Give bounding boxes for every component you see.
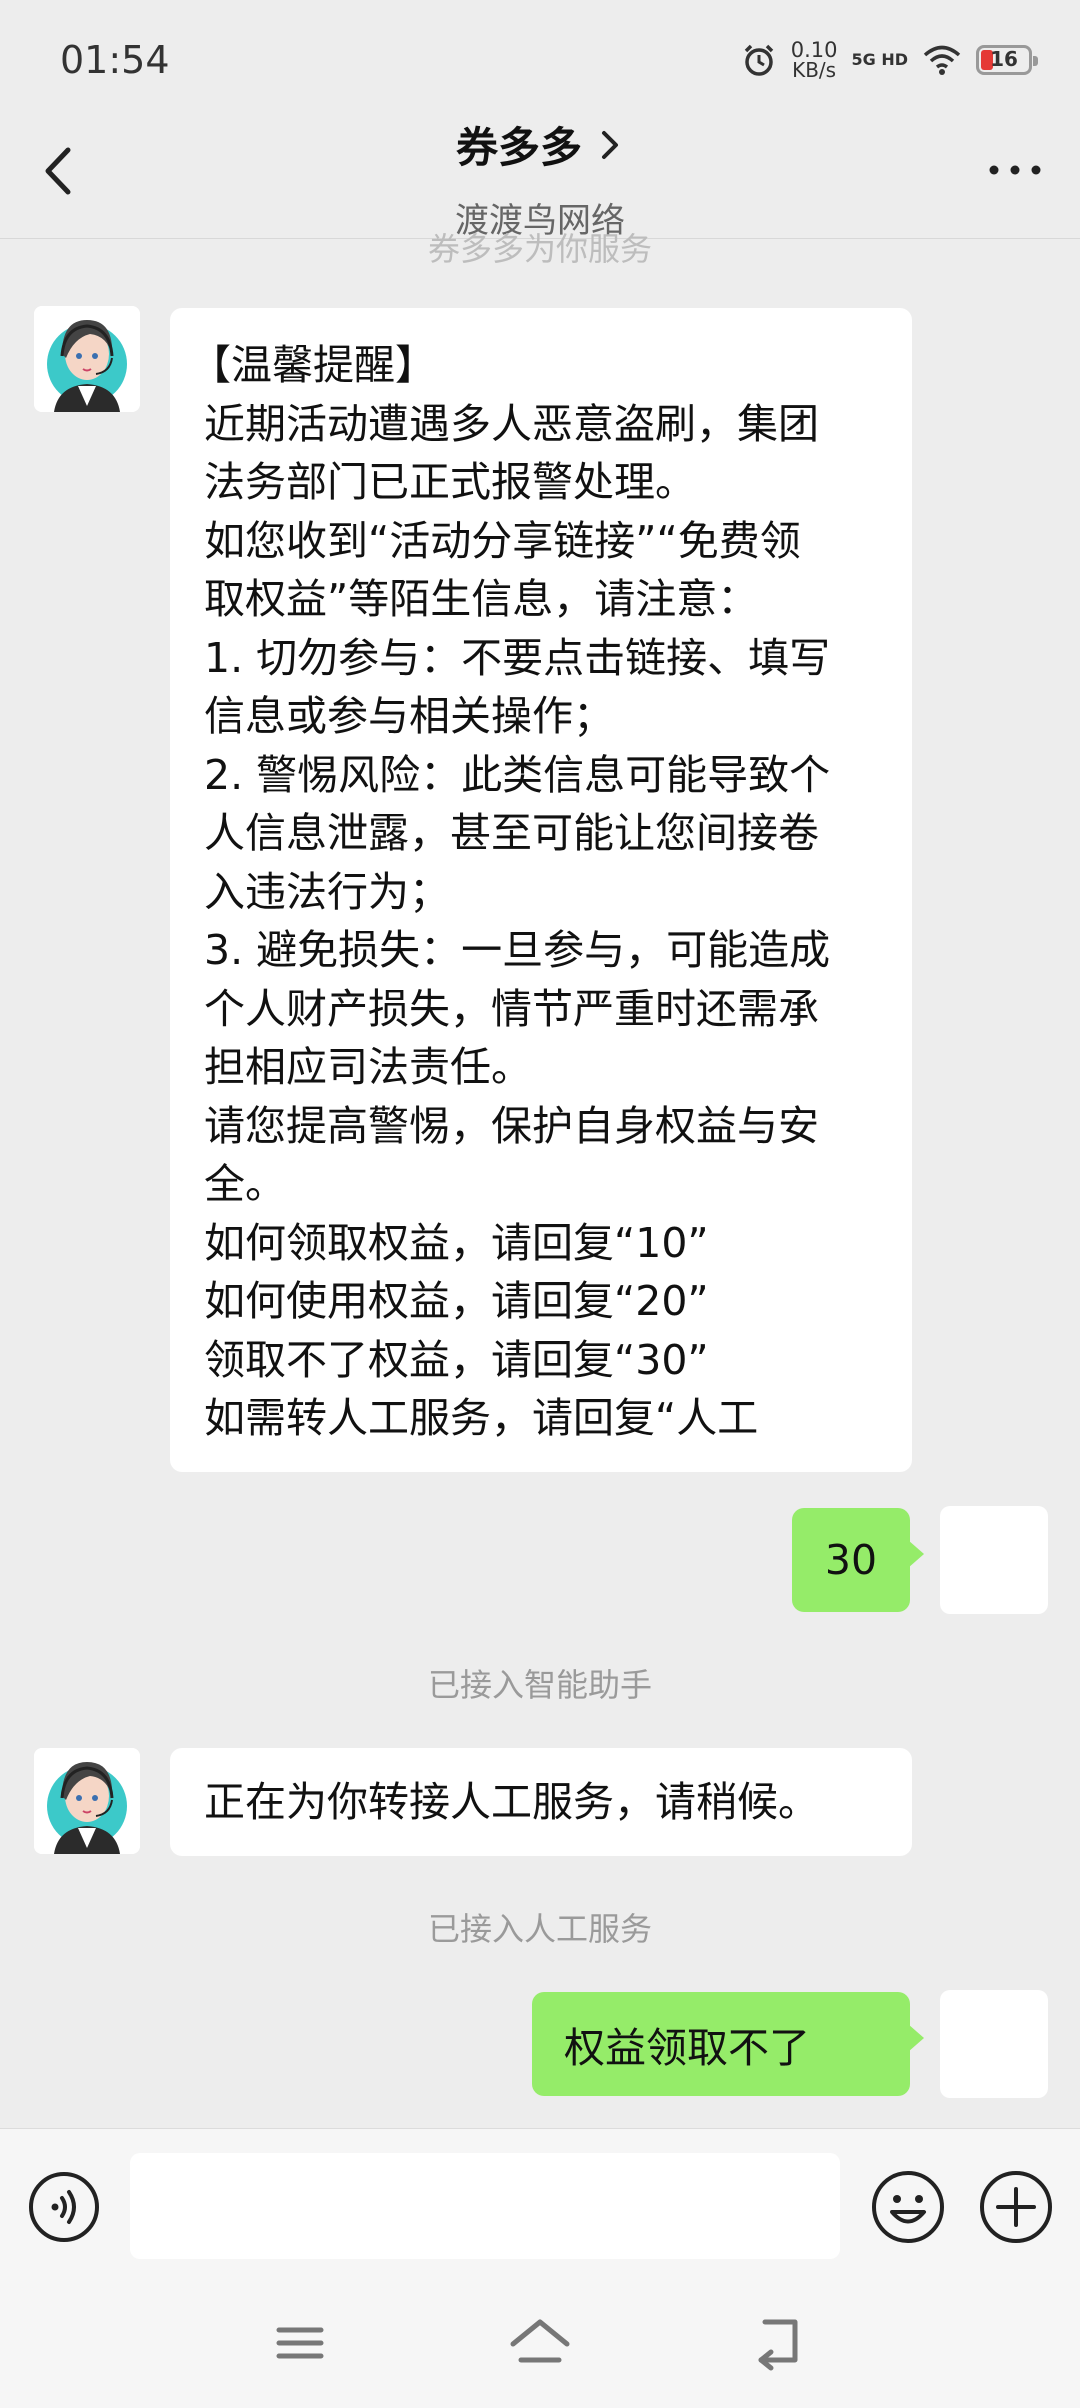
back-nav-icon[interactable] [745, 2308, 815, 2378]
network-speed: 0.10 KB/s [790, 38, 838, 82]
message-line: 如何使用权益，请回复“20” [204, 1277, 709, 1325]
agent-message-bubble[interactable]: 正在为你转接人工服务，请稍候。 [170, 1748, 912, 1856]
user-message-bubble[interactable]: 权益领取不了 [532, 1992, 924, 2096]
message-input[interactable] [130, 2153, 840, 2259]
alarm-icon [744, 44, 773, 76]
message-line: 【温馨提醒】 [190, 341, 436, 389]
message-line: 全。 [204, 1160, 286, 1208]
message-line: 如需转人工服务，请回复“人工 [204, 1394, 759, 1442]
message-line: 取权益”等陌生信息，请注意： [204, 575, 759, 623]
message-line: 请您提高警惕，保护自身权益与安 [204, 1101, 819, 1150]
message-line: 1. 切勿参与：不要点击链接、填写 [204, 633, 831, 682]
agent-avatar[interactable] [34, 1748, 140, 1854]
message-line: 如何领取权益，请回复“10” [204, 1218, 709, 1267]
voice-icon[interactable] [28, 2171, 100, 2243]
message-line: 信息或参与相关操作； [204, 692, 614, 740]
user-avatar[interactable] [940, 1506, 1048, 1614]
message-line: 领取不了权益，请回复“30” [204, 1335, 709, 1384]
user-message-bubble[interactable]: 30 [792, 1508, 924, 1612]
message-text: 正在为你转接人工服务，请稍候。 [204, 1777, 819, 1826]
status-icons: 0.10 KB/s 5G HD 16 [741, 38, 1038, 82]
input-bar [0, 2128, 1080, 2279]
emoji-icon[interactable] [870, 2169, 946, 2245]
message-line: 如您收到“活动分享链接”“免费领 [204, 516, 801, 565]
chevron-right-icon[interactable] [596, 125, 624, 165]
message-line: 法务部门已正式报警处理。 [204, 458, 696, 506]
message-line: 担相应司法责任。 [204, 1043, 532, 1091]
status-time: 01:54 [60, 38, 170, 82]
user-avatar[interactable] [940, 1990, 1048, 2098]
reminder-message-bubble[interactable]: 【温馨提醒】 近期活动遭遇多人恶意盗刷，集团 法务部门已正式报警处理。 如您收到… [170, 308, 912, 1472]
more-icon[interactable] [980, 150, 1050, 190]
plus-icon[interactable] [978, 2169, 1054, 2245]
network-type: 5G HD [851, 50, 908, 69]
wifi-icon [923, 45, 961, 75]
home-icon[interactable] [505, 2308, 575, 2378]
faded-system-notice: 券多多为你服务 [427, 230, 652, 264]
message-text: 权益领取不了 [564, 2024, 810, 2072]
chat-title[interactable]: 券多多 [456, 114, 582, 175]
battery-indicator: 16 [976, 45, 1038, 75]
message-line: 近期活动遭遇多人恶意盗刷，集团 [204, 399, 819, 448]
system-nav-bar [0, 2278, 1080, 2408]
message-line: 入违法行为； [204, 867, 450, 916]
system-notice-assistant: 已接入智能助手 [427, 1666, 652, 1704]
chat-title-block[interactable]: 券多多 渡渡鸟网络 [0, 114, 1080, 242]
message-line: 人信息泄露，甚至可能让您间接卷 [204, 809, 819, 857]
system-notice-human: 已接入人工服务 [427, 1910, 652, 1948]
message-line: 个人财产损失，情节严重时还需承 [204, 984, 819, 1033]
message-line: 3. 避免损失：一旦参与，可能造成 [204, 926, 831, 974]
message-text: 30 [824, 1536, 878, 1584]
menu-icon[interactable] [265, 2308, 335, 2378]
message-line: 2. 警惕风险：此类信息可能导致个 [204, 750, 831, 799]
chat-header: 券多多 渡渡鸟网络 [0, 100, 1080, 242]
agent-avatar[interactable] [34, 306, 140, 412]
